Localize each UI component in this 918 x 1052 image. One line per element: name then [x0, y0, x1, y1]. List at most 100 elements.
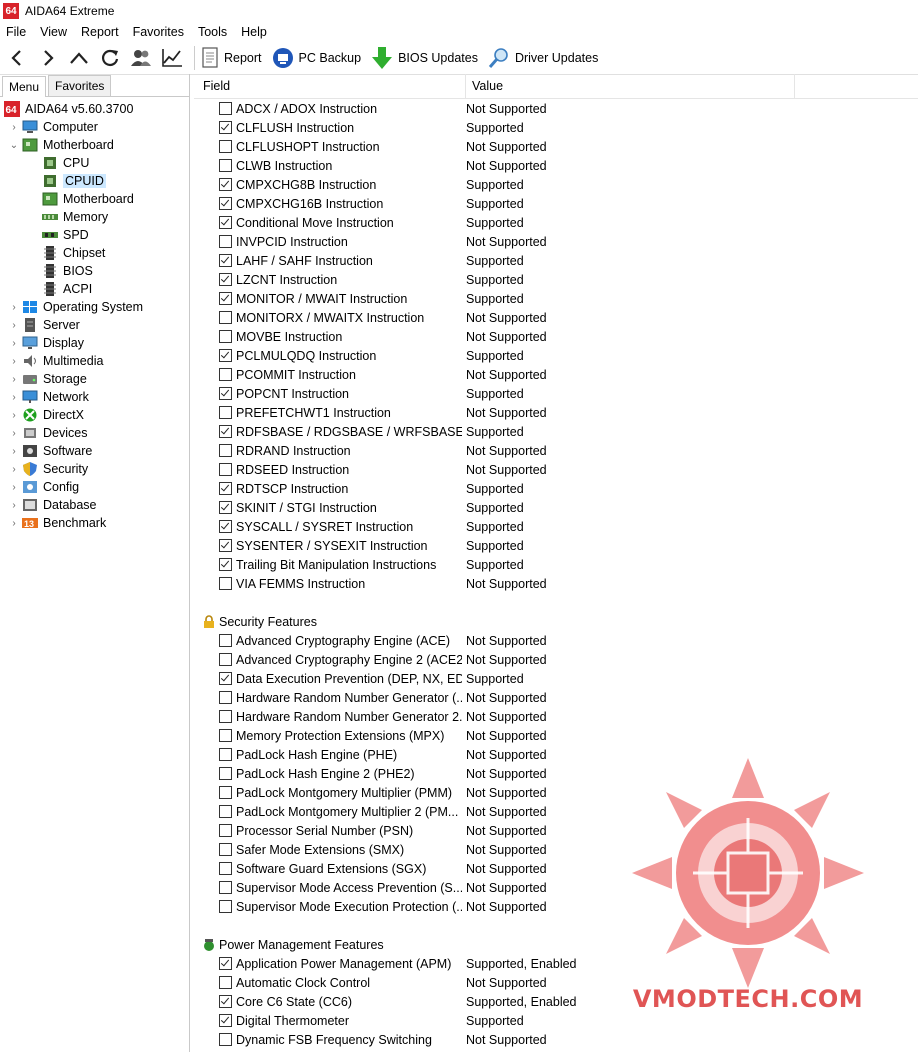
tree-item-display[interactable]: › Display [0, 334, 189, 352]
chevron-right-icon[interactable]: › [8, 338, 20, 349]
menu-file[interactable]: File [0, 25, 34, 39]
user-icon[interactable] [127, 44, 155, 72]
tab-favorites[interactable]: Favorites [48, 75, 112, 96]
checkbox-unchecked[interactable] [219, 691, 232, 704]
tree-item-directx[interactable]: › DirectX [0, 406, 189, 424]
checkbox-checked[interactable] [219, 425, 232, 438]
checkbox-unchecked[interactable] [219, 368, 232, 381]
tree-item-motherboard[interactable]: ⌄ Motherboard [0, 136, 189, 154]
table-row[interactable]: PCOMMIT Instruction Not Supported [194, 365, 918, 384]
pc-backup-button[interactable]: PC Backup [272, 47, 361, 69]
table-row[interactable]: CMPXCHG8B Instruction Supported [194, 175, 918, 194]
driver-updates-button[interactable]: Driver Updates [488, 47, 598, 69]
refresh-icon[interactable] [96, 44, 124, 72]
table-row[interactable]: CLFLUSHOPT Instruction Not Supported [194, 137, 918, 156]
checkbox-checked[interactable] [219, 292, 232, 305]
checkbox-checked[interactable] [219, 121, 232, 134]
table-row[interactable]: SYSCALL / SYSRET Instruction Supported [194, 517, 918, 536]
table-row[interactable]: Supervisor Mode Access Prevention (S... N… [194, 878, 918, 897]
checkbox-checked[interactable] [219, 216, 232, 229]
table-row[interactable]: INVPCID Instruction Not Supported [194, 232, 918, 251]
chevron-right-icon[interactable]: › [8, 302, 20, 313]
checkbox-unchecked[interactable] [219, 159, 232, 172]
chevron-right-icon[interactable]: › [8, 428, 20, 439]
checkbox-checked[interactable] [219, 254, 232, 267]
table-row[interactable]: Supervisor Mode Execution Protection (..… [194, 897, 918, 916]
tree-item-chipset[interactable]: Chipset [0, 244, 189, 262]
table-row[interactable]: Safer Mode Extensions (SMX) Not Supported [194, 840, 918, 859]
chart-icon[interactable] [158, 44, 186, 72]
checkbox-checked[interactable] [219, 995, 232, 1008]
checkbox-unchecked[interactable] [219, 311, 232, 324]
checkbox-unchecked[interactable] [219, 102, 232, 115]
menu-tools[interactable]: Tools [192, 25, 235, 39]
checkbox-checked[interactable] [219, 178, 232, 191]
menu-view[interactable]: View [34, 25, 75, 39]
checkbox-checked[interactable] [219, 482, 232, 495]
checkbox-checked[interactable] [219, 957, 232, 970]
tree-item-devices[interactable]: › Devices [0, 424, 189, 442]
tree-item-aida64-v5-60-3700[interactable]: 64 AIDA64 v5.60.3700 [0, 100, 189, 118]
table-row[interactable]: CMPXCHG16B Instruction Supported [194, 194, 918, 213]
chevron-right-icon[interactable]: › [8, 374, 20, 385]
tree-item-server[interactable]: › Server [0, 316, 189, 334]
tree-item-bios[interactable]: BIOS [0, 262, 189, 280]
checkbox-unchecked[interactable] [219, 1033, 232, 1046]
checkbox-unchecked[interactable] [219, 824, 232, 837]
tree-item-security[interactable]: › Security [0, 460, 189, 478]
checkbox-checked[interactable] [219, 387, 232, 400]
menu-favorites[interactable]: Favorites [127, 25, 192, 39]
back-icon[interactable] [3, 44, 31, 72]
tree-item-memory[interactable]: Memory [0, 208, 189, 226]
tree-item-database[interactable]: › Database [0, 496, 189, 514]
chevron-right-icon[interactable]: › [8, 500, 20, 511]
chevron-right-icon[interactable]: › [8, 410, 20, 421]
menu-report[interactable]: Report [75, 25, 127, 39]
table-row[interactable]: PadLock Hash Engine (PHE) Not Supported [194, 745, 918, 764]
table-row[interactable]: Trailing Bit Manipulation Instructions Su… [194, 555, 918, 574]
tree-item-spd[interactable]: SPD [0, 226, 189, 244]
table-row[interactable]: Digital Thermometer Supported [194, 1011, 918, 1030]
checkbox-checked[interactable] [219, 349, 232, 362]
table-row[interactable]: CLFLUSH Instruction Supported [194, 118, 918, 137]
table-row[interactable]: RDSEED Instruction Not Supported [194, 460, 918, 479]
table-row[interactable]: RDFSBASE / RDGSBASE / WRFSBASE / W... Sup… [194, 422, 918, 441]
tree-item-multimedia[interactable]: › Multimedia [0, 352, 189, 370]
report-button[interactable]: Report [201, 47, 262, 69]
column-value-header[interactable]: Value [466, 74, 795, 98]
tree-item-computer[interactable]: › Computer [0, 118, 189, 136]
tree-item-config[interactable]: › Config [0, 478, 189, 496]
table-row[interactable]: PadLock Hash Engine 2 (PHE2) Not Supporte… [194, 764, 918, 783]
checkbox-unchecked[interactable] [219, 881, 232, 894]
table-row[interactable]: VIA FEMMS Instruction Not Supported [194, 574, 918, 593]
checkbox-unchecked[interactable] [219, 900, 232, 913]
table-row[interactable]: PCLMULQDQ Instruction Supported [194, 346, 918, 365]
checkbox-checked[interactable] [219, 539, 232, 552]
table-row[interactable]: Advanced Cryptography Engine (ACE) Not Su… [194, 631, 918, 650]
table-row[interactable]: POPCNT Instruction Supported [194, 384, 918, 403]
chevron-right-icon[interactable]: › [8, 482, 20, 493]
tree-item-network[interactable]: › Network [0, 388, 189, 406]
table-row[interactable]: Data Execution Prevention (DEP, NX, EDB)… [194, 669, 918, 688]
tree-item-cpu[interactable]: CPU [0, 154, 189, 172]
checkbox-checked[interactable] [219, 672, 232, 685]
checkbox-checked[interactable] [219, 197, 232, 210]
up-icon[interactable] [65, 44, 93, 72]
table-row[interactable]: Software Guard Extensions (SGX) Not Suppo… [194, 859, 918, 878]
table-row[interactable]: PREFETCHWT1 Instruction Not Supported [194, 403, 918, 422]
table-row[interactable]: RDTSCP Instruction Supported [194, 479, 918, 498]
tree-item-cpuid[interactable]: CPUID [0, 172, 189, 190]
table-row[interactable]: LZCNT Instruction Supported [194, 270, 918, 289]
table-row[interactable]: MONITOR / MWAIT Instruction Supported [194, 289, 918, 308]
tree-item-operating-system[interactable]: › Operating System [0, 298, 189, 316]
checkbox-unchecked[interactable] [219, 463, 232, 476]
checkbox-unchecked[interactable] [219, 805, 232, 818]
tree-item-software[interactable]: › Software [0, 442, 189, 460]
checkbox-unchecked[interactable] [219, 729, 232, 742]
checkbox-checked[interactable] [219, 558, 232, 571]
checkbox-unchecked[interactable] [219, 235, 232, 248]
table-row[interactable]: RDRAND Instruction Not Supported [194, 441, 918, 460]
table-row[interactable]: MONITORX / MWAITX Instruction Not Support… [194, 308, 918, 327]
checkbox-unchecked[interactable] [219, 710, 232, 723]
chevron-right-icon[interactable]: › [8, 122, 20, 133]
